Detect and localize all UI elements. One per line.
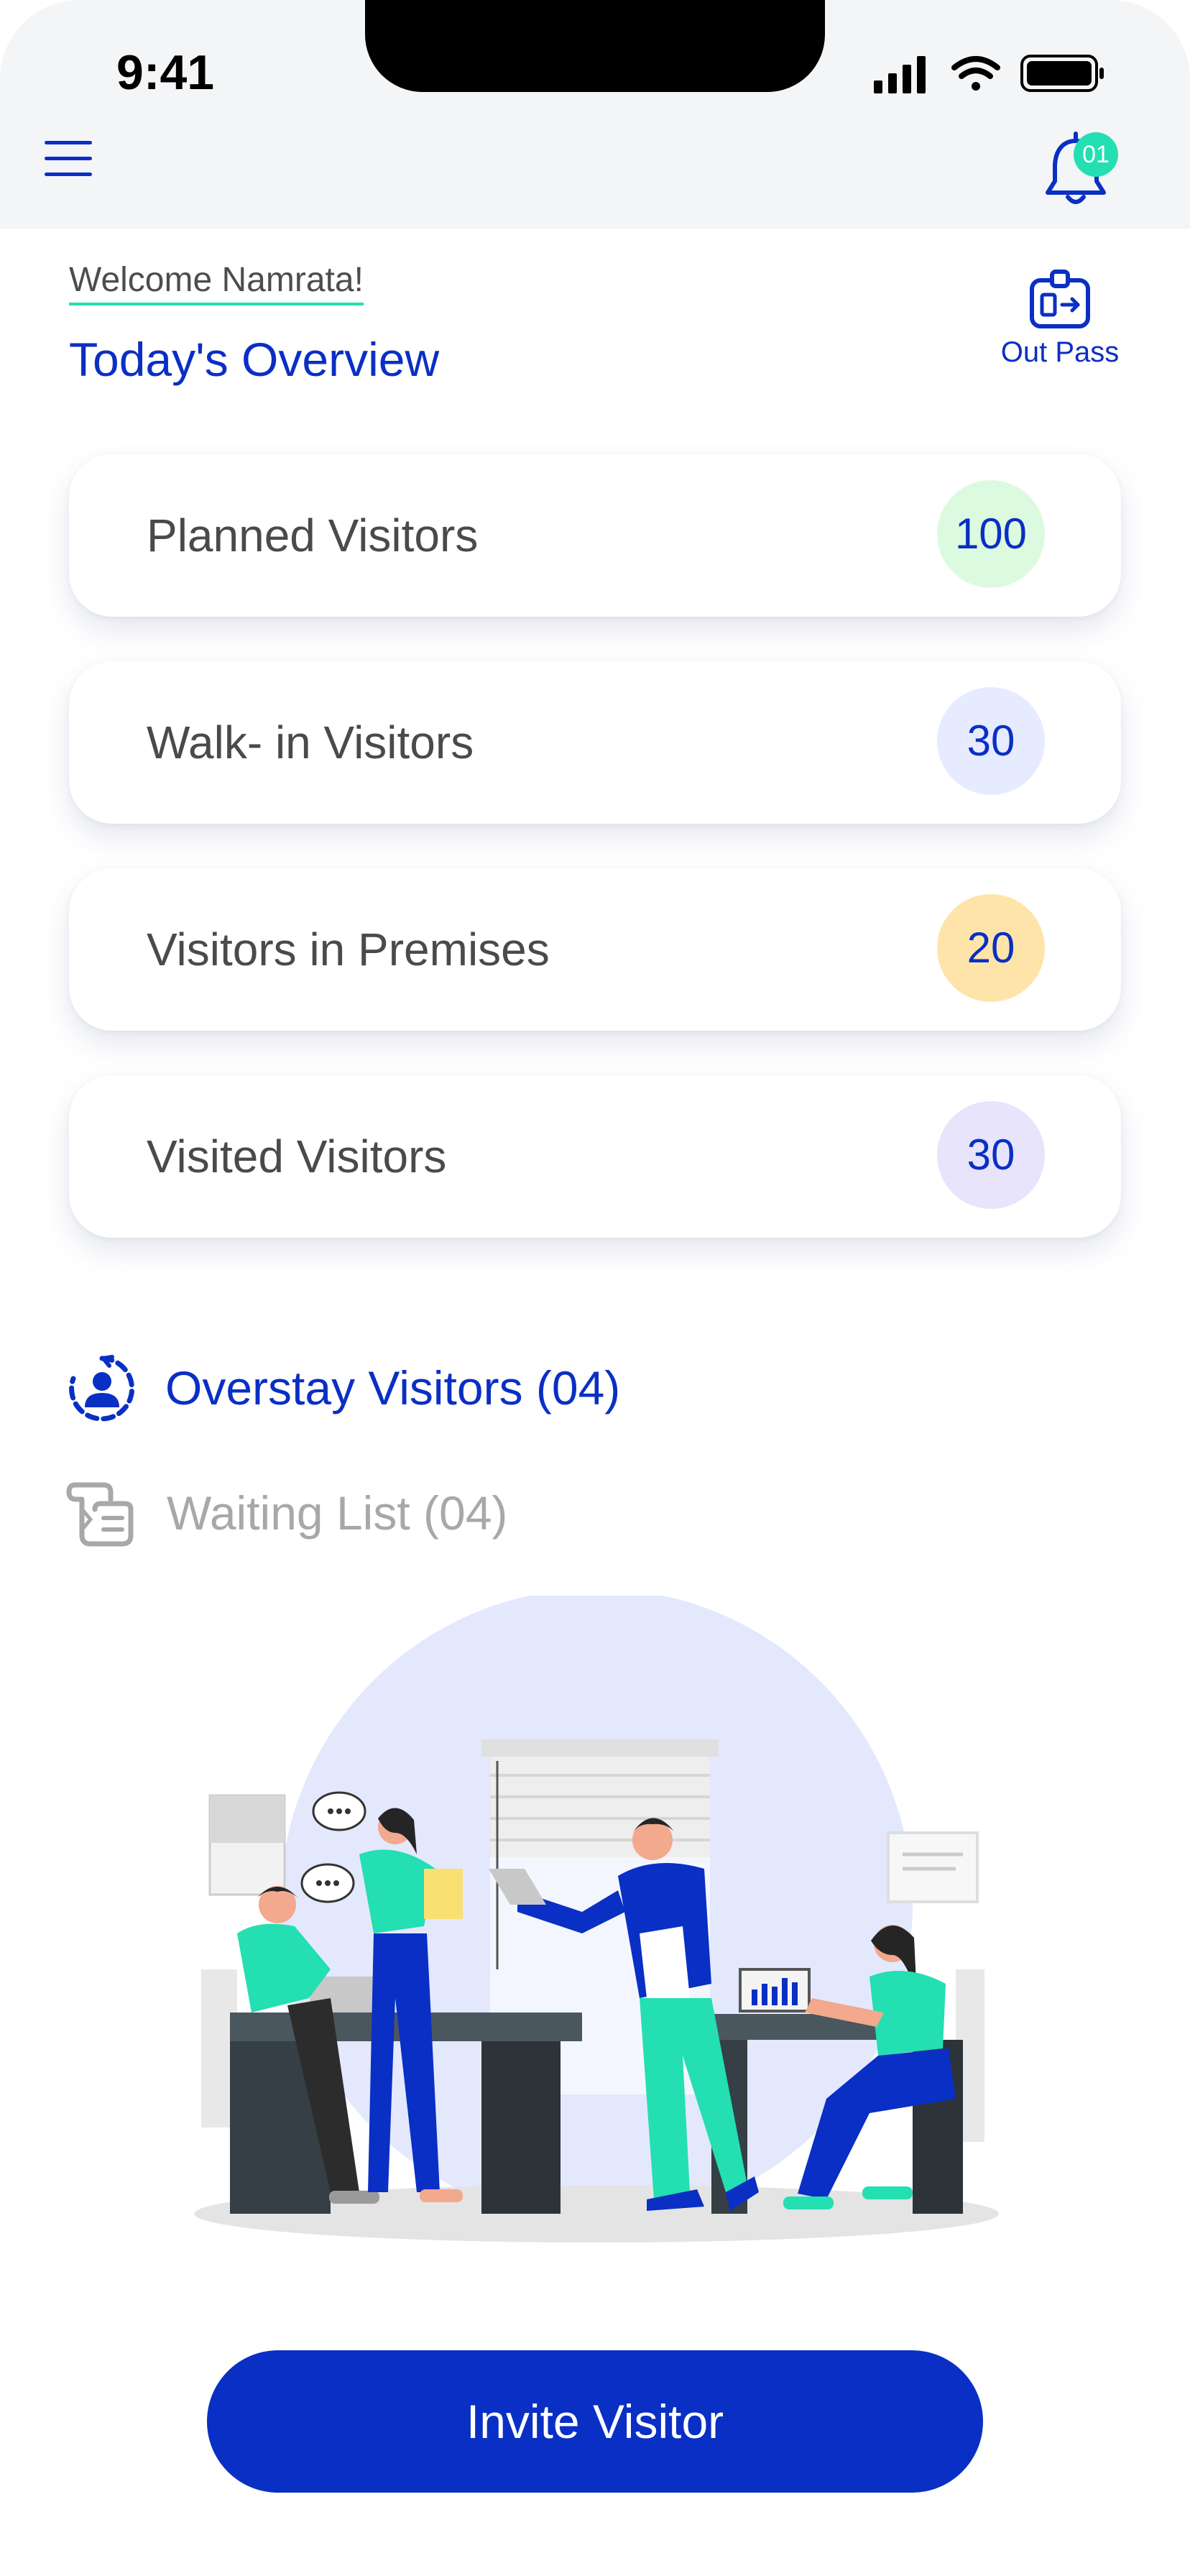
waiting-list-label: Waiting List (04)	[167, 1486, 508, 1540]
overstay-label: Overstay Visitors (04)	[165, 1361, 621, 1414]
stat-card-visited[interactable]: Visited Visitors 30	[69, 1075, 1121, 1238]
page-title: Today's Overview	[69, 333, 440, 386]
stat-label: Visitors in Premises	[147, 924, 550, 975]
stat-label: Walk- in Visitors	[147, 717, 474, 768]
stat-label: Planned Visitors	[147, 510, 479, 561]
menu-icon[interactable]	[45, 141, 92, 177]
stat-count-badge: 30	[937, 687, 1045, 795]
status-icons	[874, 55, 1104, 93]
stat-card-walk-in[interactable]: Walk- in Visitors 30	[69, 661, 1121, 824]
id-card-icon	[1030, 270, 1090, 328]
status-time: 9:41	[116, 45, 215, 100]
stat-card-in-premises[interactable]: Visitors in Premises 20	[69, 868, 1121, 1031]
overstay-clock-icon	[69, 1355, 135, 1422]
stat-count-badge: 30	[937, 1101, 1045, 1209]
wifi-icon	[951, 56, 1000, 91]
out-pass-label: Out Pass	[1000, 336, 1120, 368]
invite-visitor-button[interactable]: Invite Visitor	[207, 2350, 983, 2493]
stat-count-badge: 100	[937, 480, 1045, 588]
cellular-signal-icon	[874, 56, 926, 93]
office-team-illustration	[194, 1596, 999, 2242]
waiting-list-icon	[66, 1482, 134, 1547]
app-screen: 9:41 01 Welcome Namrata! Today's Overvie…	[0, 0, 1190, 2576]
stat-label: Visited Visitors	[147, 1131, 447, 1182]
notification-badge: 01	[1074, 132, 1118, 177]
battery-icon	[1020, 55, 1104, 92]
out-pass-button[interactable]: Out Pass	[984, 267, 1135, 382]
stat-count-badge: 20	[937, 894, 1045, 1002]
device-notch	[365, 0, 825, 92]
stat-card-planned[interactable]: Planned Visitors 100	[69, 454, 1121, 617]
welcome-text: Welcome Namrata!	[69, 260, 364, 305]
